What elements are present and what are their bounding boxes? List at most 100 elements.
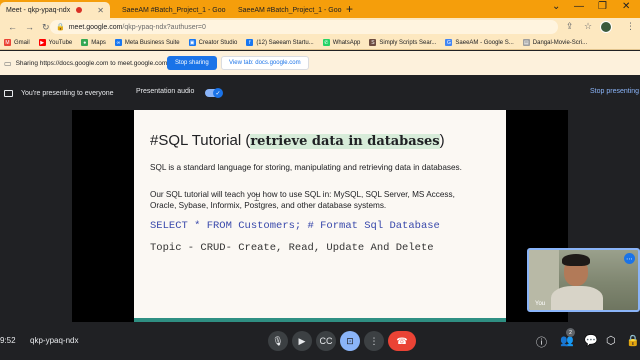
youtube-icon: ▶ <box>38 39 46 46</box>
present-now-button[interactable]: ⊡ <box>340 331 360 351</box>
shared-document: #SQL Tutorial (retrieve data in database… <box>134 110 506 322</box>
hang-up-icon: ☎ <box>396 335 408 346</box>
person-hair <box>562 254 590 266</box>
presenting-status-text: You're presenting to everyone <box>21 89 114 97</box>
address-bar[interactable]: 🔒 meet.google.com/qkp-ypaq-ndx?authuser=… <box>50 20 558 34</box>
reload-icon[interactable]: ↻ <box>42 22 50 33</box>
check-icon: ✓ <box>213 88 223 98</box>
title-highlight: retrieve data in databases <box>250 134 440 149</box>
simply-scripts-icon: S <box>369 39 377 46</box>
bookmark-label: WhatsApp <box>332 39 361 46</box>
share-icon[interactable]: ⇪ <box>566 21 574 32</box>
bookmark-label: Meta Business Suite <box>124 39 180 46</box>
tutorial-paragraph: Our SQL tutorial will teach you how to u… <box>150 190 455 210</box>
bookmark-saeeam-startup[interactable]: f (12) Saeeam Startu... <box>246 39 314 46</box>
menu-icon[interactable]: ⋮ <box>626 21 635 32</box>
more-options-icon[interactable]: ⋯ <box>624 253 635 264</box>
stop-sharing-button[interactable]: Stop sharing <box>167 56 217 70</box>
text-cursor-icon: ⌶ <box>254 193 260 203</box>
facebook-icon: f <box>246 39 254 46</box>
present-screen-icon: ⊡ <box>346 335 354 346</box>
bookmark-label: Maps <box>91 39 106 46</box>
stop-presenting-button[interactable]: Stop presenting <box>590 88 639 95</box>
bookmark-gmail[interactable]: M Gmail <box>4 39 30 46</box>
intro-paragraph: SQL is a standard language for storing, … <box>150 163 462 172</box>
url-path: /qkp-ypaq-ndx?authuser=0 <box>122 23 206 31</box>
tab-batch-project-1-b[interactable]: SaeeAM #Batch_Project_1 - Goo ✕ <box>228 2 342 18</box>
presentation-audio-label: Presentation audio <box>136 88 195 95</box>
self-view-tile[interactable]: ⋯ You <box>527 248 640 312</box>
bookmark-creator-studio[interactable]: ▣ Creator Studio <box>188 39 238 46</box>
bookmark-label: SaeeAM - Google S... <box>455 39 514 46</box>
meeting-controls-bar: 9:52 qkp-ypaq-ndx 🎙 ▶ CC ⊡ ⋮ ☎ ⓘ 👥 2 💬 ⬡… <box>0 326 640 360</box>
topic-code-line: Topic - CRUD- Create, Read, Update And D… <box>150 242 434 254</box>
bookmark-label: Dangal-Movie-Scri... <box>532 39 588 46</box>
presentation-stage: #SQL Tutorial (retrieve data in database… <box>72 110 568 322</box>
person-body <box>551 286 603 310</box>
maps-pin-icon: ● <box>81 39 89 46</box>
url-host: meet.google.com <box>68 23 123 31</box>
screen-share-icon: ▭ <box>4 58 12 68</box>
camera-button[interactable]: ▶ <box>292 331 312 351</box>
recording-indicator-icon <box>76 7 83 13</box>
back-icon[interactable]: ← <box>8 22 17 32</box>
presenting-icon <box>4 89 13 97</box>
close-icon[interactable]: ✕ <box>97 6 104 15</box>
gmail-icon: M <box>4 39 11 46</box>
tab-title: SaeeAM #Batch_Project_1 - Goo <box>238 6 342 14</box>
forward-icon[interactable]: → <box>25 22 34 32</box>
creator-studio-icon: ▣ <box>188 39 196 46</box>
new-tab-icon[interactable]: + <box>346 2 353 16</box>
avatar[interactable] <box>600 21 612 33</box>
leave-call-button[interactable]: ☎ <box>388 331 416 351</box>
address-row: ← → ↻ 🔒 meet.google.com/qkp-ypaq-ndx?aut… <box>0 18 640 36</box>
chevron-down-icon[interactable]: ⌄ <box>552 1 560 12</box>
page-title: #SQL Tutorial (retrieve data in database… <box>150 132 445 149</box>
activities-icon[interactable]: ⬡ <box>606 334 616 347</box>
bookmark-star-icon[interactable]: ☆ <box>584 21 592 32</box>
chat-icon[interactable]: 💬 <box>584 334 598 347</box>
whatsapp-icon: ✆ <box>322 39 330 46</box>
bookmark-label: Simply Scripts Sear... <box>379 39 437 46</box>
sql-code-line: SELECT * FROM Customers; # Format Sql Da… <box>150 220 440 232</box>
bookmark-whatsapp[interactable]: ✆ WhatsApp <box>322 39 361 46</box>
tab-strip: Meet - qkp-ypaq-ndx ✕ SaeeAM #Batch_Proj… <box>0 0 640 18</box>
captions-button[interactable]: CC <box>316 331 336 351</box>
google-icon: G <box>445 39 453 46</box>
presenting-bar: You're presenting to everyone Presentati… <box>0 83 640 103</box>
tab-sharing-bar: ▭ Sharing https://docs.google.com to mee… <box>0 51 640 75</box>
bookmark-label: Creator Studio <box>198 39 238 46</box>
bookmark-youtube[interactable]: ▶ YouTube <box>38 39 73 46</box>
camera-icon: ▶ <box>298 335 306 346</box>
bookmark-label: (12) Saeeam Startu... <box>256 39 314 46</box>
info-icon[interactable]: ⓘ <box>536 334 547 350</box>
tab-title: Meet - qkp-ypaq-ndx <box>6 6 71 14</box>
bookmark-label: YouTube <box>48 39 73 46</box>
view-tab-button[interactable]: View tab: docs.google.com <box>221 56 309 70</box>
title-prefix: #SQL Tutorial ( <box>150 132 251 149</box>
more-options-button[interactable]: ⋮ <box>364 331 384 351</box>
meta-icon: ∞ <box>114 39 122 46</box>
bookmark-maps[interactable]: ● Maps <box>81 39 106 46</box>
microphone-icon: 🎙 <box>272 335 284 346</box>
self-view-label: You <box>535 301 546 307</box>
captions-icon: CC <box>319 336 333 346</box>
more-vert-icon: ⋮ <box>369 335 379 346</box>
minimize-icon[interactable]: — <box>574 1 584 12</box>
bookmark-saeeam-google[interactable]: G SaeeAM - Google S... <box>445 39 514 46</box>
participant-count-badge: 2 <box>566 328 575 337</box>
close-window-icon[interactable]: ✕ <box>622 1 630 12</box>
host-controls-icon[interactable]: 🔒 <box>626 334 640 347</box>
microphone-button[interactable]: 🎙 <box>268 331 288 351</box>
tab-batch-project-1[interactable]: SaeeAM #Batch_Project_1 - Goo ✕ <box>112 2 226 18</box>
maximize-icon[interactable]: ❐ <box>598 1 607 12</box>
bookmark-meta-business-suite[interactable]: ∞ Meta Business Suite <box>114 39 180 46</box>
page-icon: ▤ <box>522 39 530 46</box>
bookmark-label: Gmail <box>14 39 30 46</box>
bookmark-simply-scripts[interactable]: S Simply Scripts Sear... <box>369 39 436 46</box>
document-footer-bar <box>134 318 506 322</box>
meeting-clock: 9:52 <box>0 336 16 345</box>
presentation-audio-toggle[interactable]: ✓ <box>205 88 223 98</box>
bookmark-dangal-script[interactable]: ▤ Dangal-Movie-Scri... <box>522 39 588 46</box>
tab-meet[interactable]: Meet - qkp-ypaq-ndx ✕ <box>0 2 110 18</box>
